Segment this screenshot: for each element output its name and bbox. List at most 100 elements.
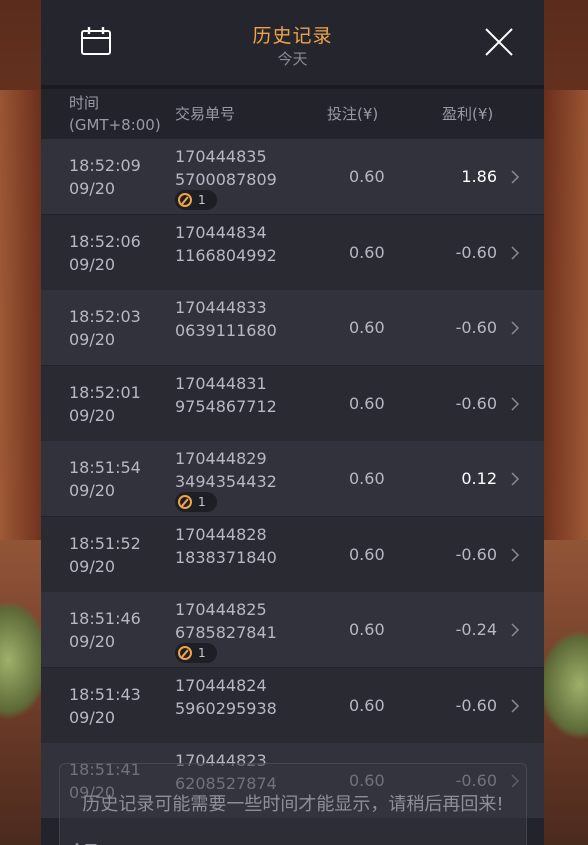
row-bet: 0.60	[349, 318, 385, 337]
loading-notice-subtext: 今天	[70, 838, 98, 845]
free-spin-badge: 1	[175, 643, 217, 663]
chevron-right-icon	[511, 321, 520, 335]
row-bet: 0.60	[349, 620, 385, 639]
row-time: 18:51:43 09/20	[69, 683, 141, 729]
row-date-value: 09/20	[69, 707, 116, 727]
row-transaction-part1: 170444829	[175, 449, 267, 468]
coin-icon	[178, 495, 192, 509]
row-bet: 0.60	[349, 393, 385, 413]
row-transaction-id: 170444833 0639111680	[175, 296, 277, 342]
badge-count: 1	[198, 646, 206, 660]
row-time-value: 18:51:43	[69, 684, 141, 704]
chevron-right-icon	[511, 396, 520, 411]
column-time: 时间 (GMT+8:00)	[69, 92, 161, 136]
background-leaf-right	[538, 630, 588, 740]
row-time: 18:51:54 09/20	[69, 456, 141, 502]
chevron-right-icon	[511, 170, 520, 184]
chevron-right-icon	[511, 623, 520, 637]
row-date-value: 09/20	[69, 481, 116, 500]
row-time-value: 18:51:46	[69, 609, 141, 628]
row-transaction-part1: 170444825	[175, 600, 267, 619]
row-time: 18:51:52 09/20	[69, 532, 141, 578]
chevron-right-icon	[511, 698, 520, 713]
row-transaction-part2: 5960295938	[175, 698, 277, 718]
history-row[interactable]: 18:52:03 09/20 170444833 0639111680 0.60…	[41, 290, 544, 365]
row-time: 18:52:06 09/20	[69, 230, 141, 276]
column-header: 时间 (GMT+8:00) 交易单号 投注(¥) 盈利(¥)	[41, 89, 544, 139]
row-bet: 0.60	[349, 469, 385, 488]
date-filter-label: 今天	[277, 50, 308, 68]
row-time-value: 18:52:09	[69, 156, 141, 175]
coin-icon	[178, 646, 192, 660]
row-profit: -0.60	[455, 242, 497, 262]
row-transaction-part2: 5700087809	[175, 170, 277, 189]
history-row[interactable]: 18:51:43 09/20 170444824 5960295938 0.60…	[41, 667, 544, 743]
row-transaction-id: 170444834 1166804992	[175, 221, 277, 267]
row-profit: -0.60	[455, 695, 497, 715]
free-spin-badge: 1	[175, 492, 217, 512]
row-transaction-part2: 0639111680	[175, 321, 277, 340]
row-transaction-part2: 1166804992	[175, 245, 277, 265]
row-time-value: 18:52:01	[69, 382, 141, 402]
row-transaction-part1: 170444833	[175, 298, 267, 317]
background-pillar-right	[544, 90, 588, 540]
row-bet: 0.60	[349, 695, 385, 715]
history-row[interactable]: 18:51:52 09/20 170444828 1838371840 0.60…	[41, 516, 544, 592]
row-transaction-part1: 170444834	[175, 222, 267, 242]
chevron-right-icon	[511, 547, 520, 562]
row-bet: 0.60	[349, 242, 385, 262]
row-transaction-id: 170444825 6785827841	[175, 598, 277, 644]
row-transaction-part1: 170444831	[175, 373, 267, 393]
chevron-right-icon	[511, 245, 520, 260]
row-profit: -0.60	[455, 544, 497, 564]
row-profit: -0.60	[455, 318, 497, 337]
row-time-value: 18:51:54	[69, 458, 141, 477]
row-date-value: 09/20	[69, 632, 116, 651]
panel-header: 历史记录 今天	[41, 0, 544, 89]
row-time: 18:52:09 09/20	[69, 154, 141, 200]
page-title: 历史记录	[252, 25, 333, 47]
history-row[interactable]: 18:52:09 09/20 170444835 5700087809 1 0.…	[41, 139, 544, 214]
history-row[interactable]: 18:52:01 09/20 170444831 9754867712 0.60…	[41, 365, 544, 441]
row-transaction-part1: 170444835	[175, 147, 267, 166]
row-profit: 0.12	[461, 469, 497, 488]
row-time-value: 18:52:06	[69, 231, 141, 251]
row-profit: 1.86	[461, 167, 497, 186]
row-profit: -0.24	[455, 620, 497, 639]
row-time-value: 18:51:52	[69, 533, 141, 553]
row-bet: 0.60	[349, 167, 385, 186]
row-profit: -0.60	[455, 393, 497, 413]
loading-notice: 历史记录可能需要一些时间才能显示，请稍后再回来! 今天	[59, 763, 527, 845]
history-panel: 历史记录 今天 时间 (GMT+8:00) 交易单号 投注(¥) 盈利(¥) 1…	[41, 0, 544, 845]
row-bet: 0.60	[349, 544, 385, 564]
history-row[interactable]: 18:51:46 09/20 170444825 6785827841 1 0.…	[41, 592, 544, 667]
badge-count: 1	[198, 495, 206, 509]
row-time: 18:52:01 09/20	[69, 381, 141, 427]
row-transaction-part1: 170444828	[175, 524, 267, 544]
row-transaction-part2: 9754867712	[175, 396, 277, 416]
row-date-value: 09/20	[69, 330, 116, 349]
row-time: 18:52:03 09/20	[69, 305, 141, 351]
chevron-right-icon	[511, 472, 520, 486]
row-transaction-id: 170444828 1838371840	[175, 523, 277, 569]
close-icon[interactable]	[484, 27, 514, 57]
badge-count: 1	[198, 193, 206, 207]
free-spin-badge: 1	[175, 190, 217, 210]
row-date-value: 09/20	[69, 179, 116, 198]
column-profit: 盈利(¥)	[442, 105, 494, 123]
row-transaction-id: 170444835 5700087809	[175, 145, 277, 191]
row-transaction-part2: 3494354432	[175, 472, 277, 491]
row-date-value: 09/20	[69, 405, 116, 425]
row-transaction-id: 170444831 9754867712	[175, 372, 277, 418]
history-row[interactable]: 18:52:06 09/20 170444834 1166804992 0.60…	[41, 214, 544, 290]
column-transaction: 交易单号	[175, 105, 236, 123]
background-pillar-left	[0, 90, 42, 540]
loading-notice-text: 历史记录可能需要一些时间才能显示，请稍后再回来!	[82, 794, 504, 815]
row-time-value: 18:52:03	[69, 307, 141, 326]
history-row[interactable]: 18:51:54 09/20 170444829 3494354432 1 0.…	[41, 441, 544, 516]
coin-icon	[178, 193, 192, 207]
row-transaction-part1: 170444824	[175, 675, 267, 695]
row-date-value: 09/20	[69, 556, 116, 576]
row-transaction-part2: 6785827841	[175, 623, 277, 642]
column-timezone-label: (GMT+8:00)	[69, 116, 161, 134]
